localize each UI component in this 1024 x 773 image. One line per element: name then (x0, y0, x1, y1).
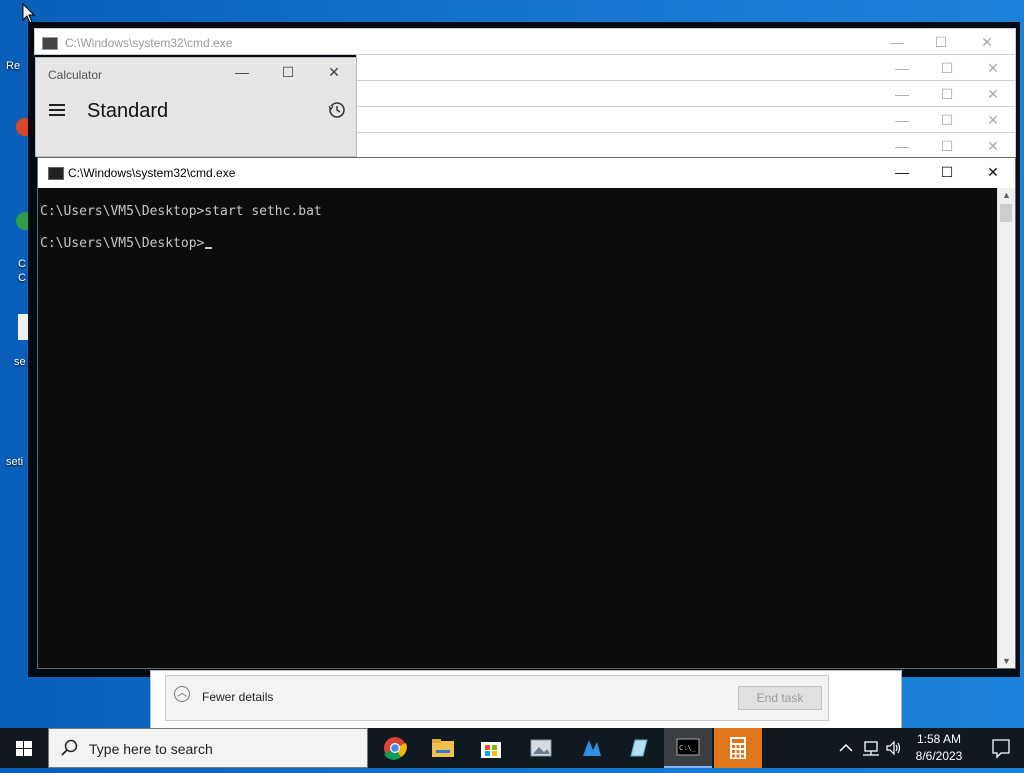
taskbar-photos[interactable] (517, 728, 565, 768)
start-button[interactable] (0, 728, 48, 768)
close-button[interactable]: ✕ (971, 107, 1015, 134)
file-explorer-icon (432, 739, 454, 757)
search-box[interactable]: Type here to search (48, 728, 368, 768)
minimize-button[interactable]: — (880, 55, 924, 82)
desktop-label: C (18, 272, 26, 284)
svg-text:C:\_: C:\_ (679, 744, 697, 752)
console-output[interactable]: C:\Users\VM5\Desktop>start sethc.bat C:\… (38, 188, 999, 668)
network-tray-icon[interactable] (862, 739, 880, 757)
close-button[interactable]: ✕ (314, 64, 354, 84)
clock-time: 1:58 AM (916, 732, 962, 746)
close-button[interactable]: ✕ (971, 81, 1015, 108)
notification-center-button[interactable] (978, 728, 1024, 768)
maximize-button[interactable]: ☐ (925, 55, 969, 82)
chevron-up-icon[interactable]: ︿ (174, 686, 190, 702)
text-cursor (205, 247, 213, 249)
network-icon (583, 740, 601, 756)
close-button[interactable]: ✕ (971, 55, 1015, 82)
maximize-button[interactable]: ☐ (919, 29, 963, 56)
search-icon (61, 739, 78, 756)
taskbar-file-explorer[interactable] (419, 728, 467, 768)
fewer-details-link[interactable]: Fewer details (202, 690, 273, 704)
cmd-window-background[interactable]: C:\Windows\system32\cmd.exe — ☐ ✕ (34, 28, 1016, 55)
photos-icon (530, 739, 552, 757)
clock-date: 8/6/2023 (915, 749, 963, 763)
minimize-button[interactable]: — (875, 29, 919, 56)
title-bar[interactable]: C:\Windows\system32\cmd.exe — ☐ ✕ (38, 158, 1015, 188)
history-icon[interactable] (328, 101, 346, 119)
taskbar: Type here to search C:\_ 1:58 AM 8/6/202… (0, 728, 1024, 768)
volume-icon[interactable] (885, 739, 903, 757)
notification-icon (992, 739, 1010, 759)
store-icon (481, 742, 501, 758)
maximize-button[interactable]: ☐ (925, 81, 969, 108)
chevron-up-icon[interactable] (838, 740, 854, 756)
taskbar-chrome[interactable] (371, 728, 419, 768)
window-title: C:\Windows\system32\cmd.exe (68, 166, 236, 180)
task-manager-window: ︿ Fewer details End task (150, 670, 902, 732)
minimize-button[interactable]: — (222, 64, 262, 84)
cmd-window-background[interactable]: — ☐ ✕ (356, 106, 1016, 133)
search-placeholder: Type here to search (89, 741, 213, 757)
close-button[interactable]: ✕ (971, 158, 1015, 188)
maximize-button[interactable]: ☐ (925, 133, 969, 160)
cmd-window-background[interactable]: — ☐ ✕ (356, 80, 1016, 107)
calculator-window[interactable]: Calculator — ☐ ✕ Standard (35, 57, 357, 157)
desktop-label: Re (6, 60, 21, 72)
end-task-button[interactable]: End task (738, 686, 822, 710)
task-manager-footer: ︿ Fewer details End task (165, 675, 829, 721)
taskbar-network-app[interactable] (567, 728, 615, 768)
taskbar-calculator[interactable] (714, 728, 762, 768)
taskbar-cmd[interactable]: C:\_ (664, 728, 712, 768)
desktop-label: seti (6, 456, 24, 468)
calculator-icon (730, 737, 746, 759)
cmd-window[interactable]: C:\Windows\system32\cmd.exe — ☐ ✕ C:\Use… (37, 157, 1016, 669)
vertical-scrollbar[interactable]: ▲ ▼ (997, 188, 1015, 668)
desktop-label: C (18, 258, 26, 270)
maximize-button[interactable]: ☐ (268, 64, 308, 84)
scroll-down-icon[interactable]: ▼ (998, 656, 1015, 666)
notepad-icon (630, 739, 648, 757)
minimize-button[interactable]: — (880, 158, 924, 188)
cmd-icon (48, 167, 64, 180)
calculator-mode-title: Standard (87, 100, 169, 122)
minimize-button[interactable]: — (880, 133, 924, 160)
desktop-label: se (14, 356, 26, 368)
window-title: C:\Windows\system32\cmd.exe (65, 36, 233, 50)
window-title: Calculator (48, 68, 103, 82)
windows-logo-icon (16, 741, 32, 756)
close-button[interactable]: ✕ (971, 133, 1015, 160)
minimize-button[interactable]: — (880, 107, 924, 134)
cmd-window-background[interactable]: — ☐ ✕ (356, 54, 1016, 81)
taskbar-store[interactable] (467, 728, 515, 768)
maximize-button[interactable]: ☐ (925, 158, 969, 188)
chrome-icon (384, 737, 407, 760)
cmd-icon (42, 37, 58, 50)
maximize-button[interactable]: ☐ (925, 107, 969, 134)
cmd-icon: C:\_ (676, 738, 700, 756)
console-line: C:\Users\VM5\Desktop>start sethc.bat (40, 204, 322, 219)
cmd-window-background[interactable]: — ☐ ✕ (356, 132, 1016, 159)
taskbar-notepad[interactable] (615, 728, 663, 768)
scroll-thumb[interactable] (1000, 204, 1012, 222)
console-line: C:\Users\VM5\Desktop> (40, 236, 213, 251)
clock[interactable]: 1:58 AM 8/6/2023 (906, 731, 972, 765)
minimize-button[interactable]: — (880, 81, 924, 108)
menu-icon[interactable] (49, 104, 65, 119)
scroll-up-icon[interactable]: ▲ (998, 190, 1015, 200)
console-prompt: C:\Users\VM5\Desktop> (40, 236, 205, 251)
close-button[interactable]: ✕ (965, 29, 1009, 56)
